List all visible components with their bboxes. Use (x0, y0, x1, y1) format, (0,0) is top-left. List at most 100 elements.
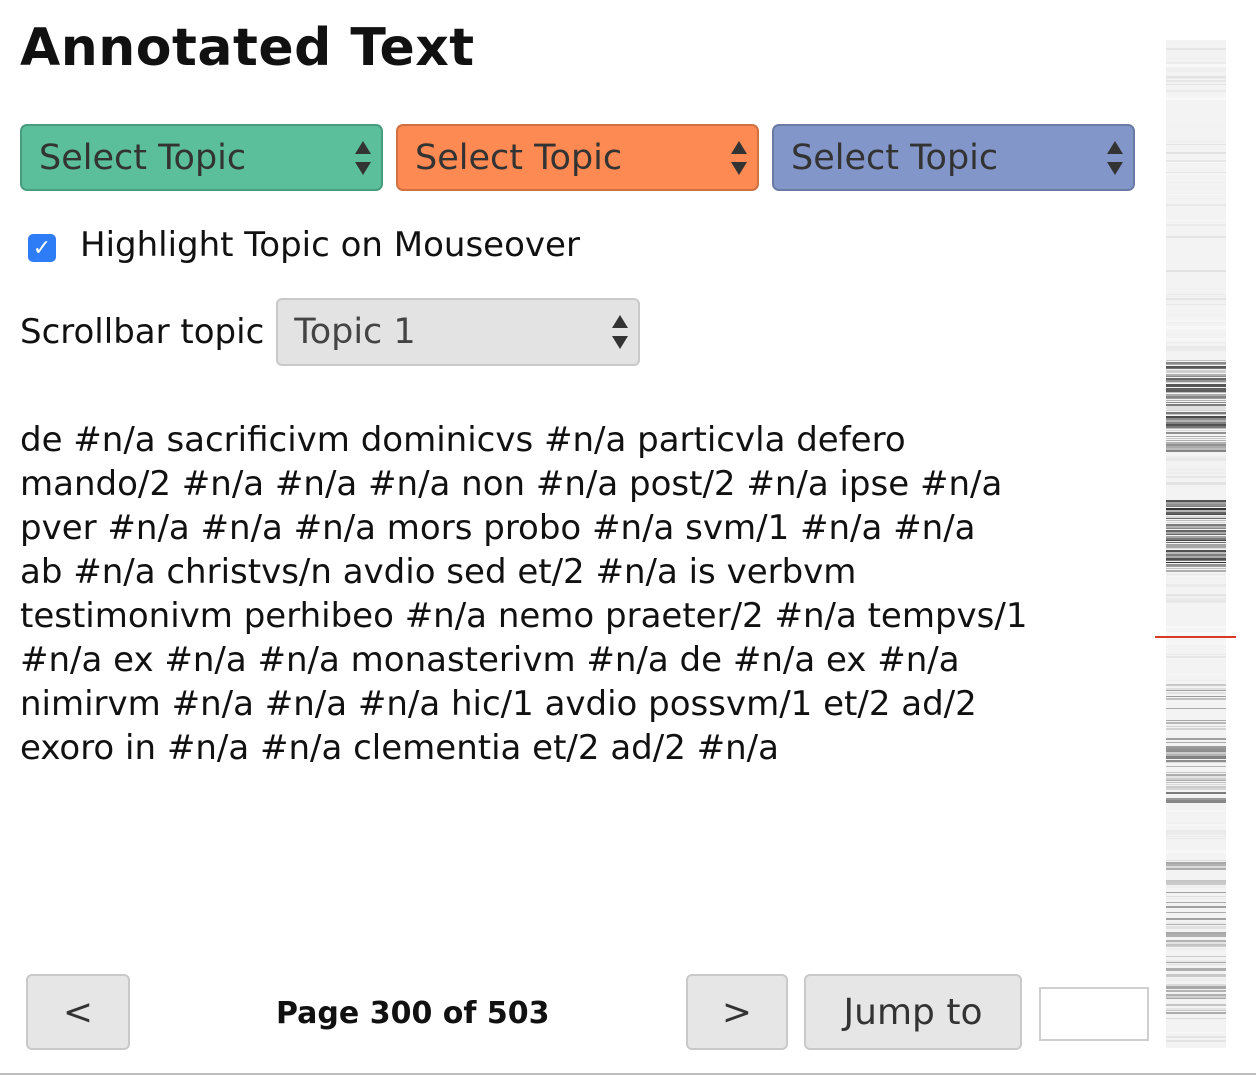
scrollbar-density-band (1166, 334, 1226, 335)
scrollbar-density-band (1166, 788, 1226, 790)
scrollbar-density-band (1166, 968, 1226, 971)
checkmark-icon: ✓ (32, 235, 52, 261)
text-line: nimirvm #n/a #n/a #n/a hic/1 avdio possv… (20, 684, 977, 724)
prev-page-button[interactable]: < (26, 974, 130, 1050)
topic-select-3[interactable]: Select Topic (772, 124, 1135, 191)
scrollbar-density-band (1166, 1032, 1226, 1033)
scrollbar-topic-select[interactable]: Topic 1 (276, 298, 641, 366)
scrollbar-density-band (1166, 364, 1226, 365)
scrollbar-density-band (1166, 626, 1226, 628)
scrollbar-density-band (1166, 568, 1226, 569)
scrollbar-density-band (1166, 1040, 1226, 1042)
scrollbar-density-band (1166, 84, 1226, 85)
scrollbar-density-band (1166, 304, 1226, 305)
text-line: testimonivm perhibeo #n/a nemo praeter/2… (20, 596, 1028, 636)
highlight-option: ✓ Highlight Topic on Mouseover (28, 225, 580, 265)
scrollbar-topic-label: Scrollbar topic (20, 312, 265, 352)
scrollbar-density-band (1166, 1024, 1226, 1025)
scrollbar-density-band (1166, 948, 1226, 950)
scrollbar-density-band (1166, 540, 1226, 541)
scrollbar-density-band (1166, 898, 1226, 900)
scrollbar-density-band (1166, 918, 1226, 920)
scrollbar-density-band (1166, 224, 1226, 226)
scrollbar-density-band (1166, 542, 1226, 543)
scrollbar-density-band (1166, 522, 1226, 523)
next-page-button[interactable]: > (686, 974, 788, 1050)
select-arrows-icon (1107, 140, 1123, 175)
scrollbar-density-band (1166, 400, 1226, 401)
scrollbar-density-band (1166, 868, 1226, 870)
text-line: ab #n/a christvs/n avdio sed et/2 #n/a i… (20, 552, 857, 592)
scrollbar-density-band (1166, 398, 1226, 399)
text-line: de #n/a sacrificivm dominicvs #n/a parti… (20, 420, 906, 460)
scrollbar-density-band (1166, 1034, 1226, 1035)
select-arrows-icon (731, 140, 747, 175)
scrollbar-density-band (1166, 392, 1226, 393)
scrollbar-density-band (1166, 924, 1226, 925)
select-arrows-icon (612, 315, 629, 349)
topic-select-2[interactable]: Select Topic (396, 124, 759, 191)
annotated-text: de #n/a sacrificivm dominicvs #n/a parti… (20, 418, 1130, 770)
scrollbar-density-band (1166, 78, 1226, 79)
scrollbar-density-band (1166, 986, 1226, 989)
scrollbar-density-band (1166, 946, 1226, 947)
jump-page-input[interactable] (1039, 987, 1149, 1041)
scrollbar-density-band (1166, 48, 1226, 50)
scrollbar-density-band (1166, 560, 1226, 561)
scrollbar-density-band (1166, 436, 1226, 437)
scrollbar-density-band (1166, 368, 1226, 369)
scrollbar-density-band (1166, 566, 1226, 567)
scrollbar-density-band (1166, 1012, 1226, 1014)
scrollbar-density-band (1166, 342, 1226, 343)
text-line: pver #n/a #n/a #n/a mors probo #n/a svm/… (20, 508, 976, 548)
topic-scrollbar[interactable] (1166, 40, 1226, 1048)
scrollbar-density-band (1166, 978, 1226, 981)
scrollbar-density-band (1166, 198, 1226, 199)
scrollbar-density-band (1166, 98, 1226, 100)
scrollbar-density-band (1166, 64, 1226, 67)
scrollbar-density-band (1166, 882, 1226, 885)
topic-select-1[interactable]: Select Topic (20, 124, 383, 191)
scrollbar-density-band (1166, 220, 1226, 221)
scrollbar-density-band (1166, 680, 1226, 681)
scrollbar-density-band (1166, 90, 1226, 92)
select-arrows-icon (355, 140, 371, 175)
scrollbar-density-band (1166, 642, 1226, 645)
scrollbar-density-band (1166, 548, 1226, 549)
scrollbar-density-band (1166, 482, 1226, 485)
highlight-checkbox[interactable]: ✓ (28, 234, 56, 262)
scrollbar-density-band (1166, 44, 1226, 46)
scrollbar-density-band (1166, 534, 1226, 535)
jump-to-button[interactable]: Jump to (804, 974, 1022, 1050)
scrollbar-density-band (1166, 674, 1226, 675)
scrollbar-density-band (1166, 934, 1226, 937)
scrollbar-density-band (1166, 998, 1226, 999)
scrollbar-density-band (1166, 1004, 1226, 1006)
scrollbar-density-band (1166, 690, 1226, 691)
scrollbar-density-band (1166, 216, 1226, 217)
topic-select-3-label: Select Topic (791, 137, 999, 178)
scrollbar-density-band (1166, 574, 1226, 575)
scrollbar-density-band (1166, 326, 1226, 329)
scrollbar-density-band (1166, 1018, 1226, 1019)
scrollbar-density-band (1166, 430, 1226, 431)
scrollbar-density-band (1166, 906, 1226, 908)
scrollbar-density-band (1166, 174, 1226, 175)
scrollbar-density-band (1166, 194, 1226, 195)
scrollbar-density-band (1166, 726, 1226, 727)
scrollbar-density-band (1166, 518, 1226, 519)
bottom-divider (0, 1073, 1256, 1075)
scrollbar-density-band (1166, 974, 1226, 977)
topic-select-1-label: Select Topic (39, 137, 247, 178)
scrollbar-density-band (1166, 812, 1226, 813)
scrollbar-density-band (1166, 838, 1226, 839)
scrollbar-density-band (1166, 296, 1226, 297)
scrollbar-density-band (1166, 956, 1226, 957)
scrollbar-density-band (1166, 756, 1226, 759)
scrollbar-density-band (1166, 782, 1226, 783)
scrollbar-density-band (1166, 1036, 1226, 1038)
scrollbar-density-band (1166, 182, 1226, 183)
scrollbar-density-band (1166, 140, 1226, 143)
scrollbar-density-band (1166, 708, 1226, 709)
scrollbar-density-band (1166, 528, 1226, 529)
